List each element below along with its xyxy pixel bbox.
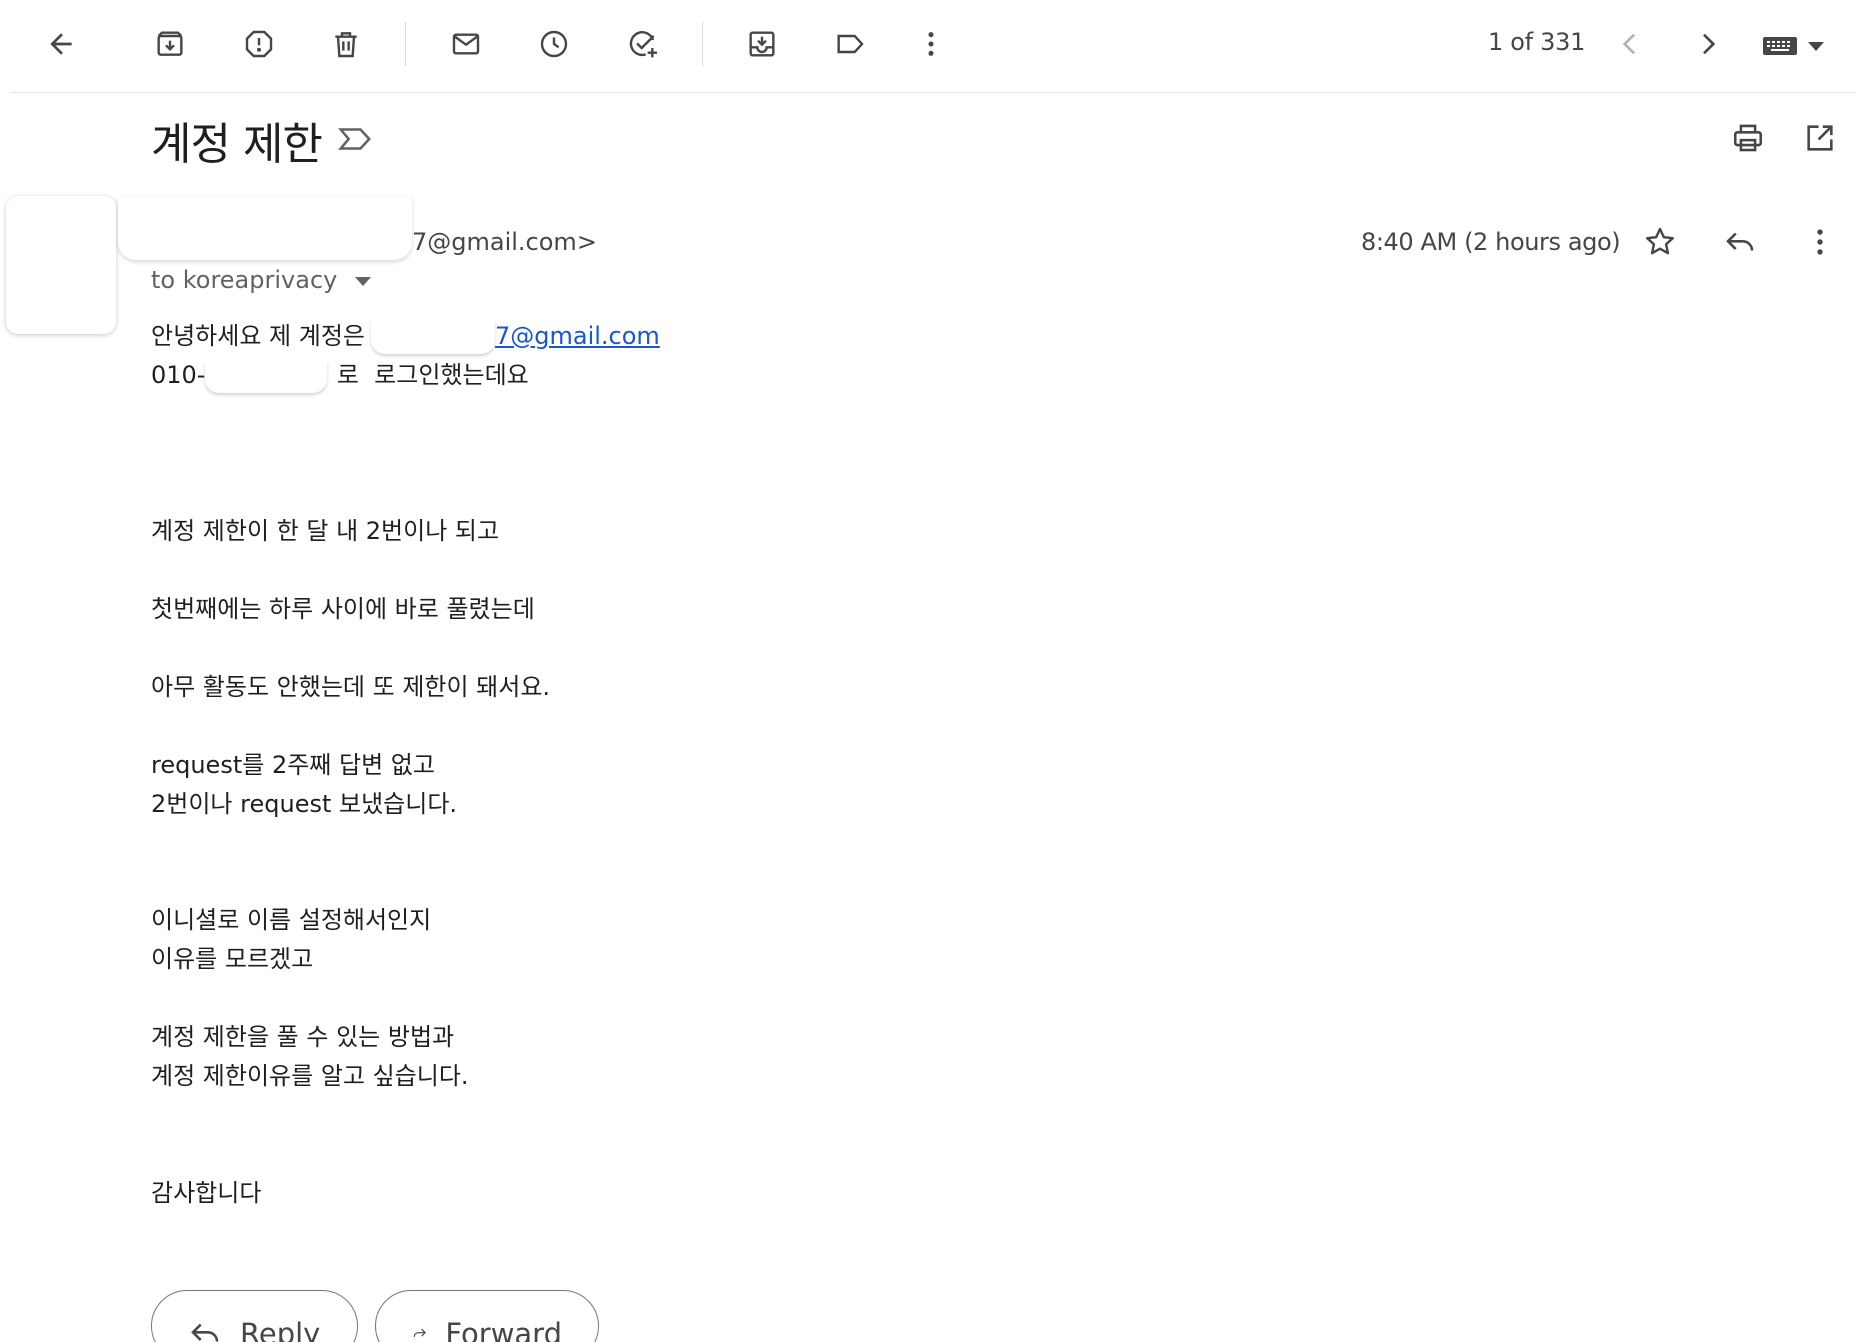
recipient-details-toggle[interactable]: to koreaprivacy (151, 266, 372, 294)
forward-button[interactable]: Forward (375, 1290, 599, 1342)
redacted-email-local-part (371, 320, 495, 354)
star-button[interactable] (1636, 218, 1684, 266)
open-in-new-window-button[interactable] (1796, 114, 1844, 162)
more-vert-icon (1817, 229, 1823, 255)
trash-icon (335, 32, 357, 58)
arrow-back-icon (50, 33, 72, 55)
toolbar-divider (702, 22, 703, 66)
redacted-sender-name (118, 196, 412, 260)
reply-icon-button[interactable] (1716, 218, 1764, 266)
body-closing: 감사합니다 (151, 1179, 262, 1207)
back-button[interactable] (37, 20, 85, 68)
report-spam-icon (245, 30, 273, 58)
email-view: 1 of 331 계정 제한 7@gmail.com> to koreapriv… (0, 0, 1857, 1342)
forward-icon (413, 1328, 426, 1337)
older-button[interactable] (1684, 20, 1732, 68)
clock-icon (540, 30, 568, 58)
labels-button[interactable] (826, 20, 874, 68)
move-to-button[interactable] (738, 20, 786, 68)
add-to-tasks-button[interactable] (619, 20, 667, 68)
move-to-inbox-icon (749, 31, 775, 57)
pagination-text: 1 of 331 (1488, 28, 1586, 56)
body-line: 010-(로 로그인했는데요 (151, 356, 1351, 395)
add-task-icon (629, 31, 657, 58)
mail-icon (452, 33, 480, 55)
body-paragraph: 2번이나 request 보냈습니다. (151, 790, 458, 818)
open-in-new-icon (1807, 125, 1833, 151)
reply-label: Reply (240, 1317, 321, 1342)
sender-email: 7@gmail.com> (412, 228, 597, 256)
newer-button[interactable] (1606, 20, 1654, 68)
chevron-left-icon (1622, 33, 1635, 55)
star-icon (1646, 227, 1674, 255)
important-marker-icon[interactable] (336, 120, 374, 158)
more-vert-icon (928, 32, 934, 56)
snooze-button[interactable] (530, 20, 578, 68)
body-paragraph: 이유를 모르겠고 (151, 945, 314, 973)
recipient-text: to koreaprivacy (151, 266, 338, 294)
email-subject: 계정 제한 (151, 119, 323, 170)
body-text: 로 로그인했는데요 (336, 361, 529, 389)
body-line: 안녕하세요 제 계정은 7@gmail.com (151, 317, 1351, 356)
report-spam-button[interactable] (235, 20, 283, 68)
archive-icon (157, 31, 183, 56)
body-paragraph: 계정 제한을 풀 수 있는 방법과 (151, 1023, 455, 1051)
reply-icon (1726, 232, 1754, 251)
message-more-button[interactable] (1796, 218, 1844, 266)
body-paragraph: 이니셜로 이름 설정해서인지 (151, 906, 432, 934)
email-link[interactable]: 7@gmail.com (495, 322, 660, 350)
redacted-phone-number (205, 361, 327, 393)
print-icon (1733, 124, 1763, 152)
body-text: 안녕하세요 제 계정은 (151, 322, 365, 350)
chevron-down-icon (1808, 41, 1824, 51)
label-icon (837, 34, 864, 54)
archive-button[interactable] (146, 20, 194, 68)
delete-button[interactable] (322, 20, 370, 68)
keyboard-icon (1763, 37, 1797, 55)
body-paragraph: 아무 활동도 안했는데 또 제한이 돼서요. (151, 673, 551, 701)
body-paragraph: 계정 제한이유를 알고 싶습니다. (151, 1062, 469, 1090)
reply-button[interactable]: Reply (151, 1290, 358, 1342)
caret-down-icon (355, 276, 372, 286)
input-tools-button[interactable] (1762, 26, 1842, 66)
body-paragraph: 계정 제한이 한 달 내 2번이나 되고 (151, 517, 500, 545)
message-toolbar: 1 of 331 (10, 0, 1857, 93)
forward-label: Forward (445, 1317, 562, 1342)
message-timestamp: 8:40 AM (2 hours ago) (1361, 228, 1621, 256)
sender-avatar[interactable] (6, 196, 116, 334)
body-paragraph: request를 2주째 답변 없고 (151, 751, 435, 779)
more-button[interactable] (907, 20, 955, 68)
mark-unread-button[interactable] (442, 20, 490, 68)
print-all-button[interactable] (1724, 114, 1772, 162)
toolbar-divider (405, 22, 406, 66)
reply-icon (191, 1323, 219, 1342)
chevron-right-icon (1703, 33, 1716, 55)
body-paragraph: 첫번째에는 하루 사이에 바로 풀렸는데 (151, 595, 535, 623)
